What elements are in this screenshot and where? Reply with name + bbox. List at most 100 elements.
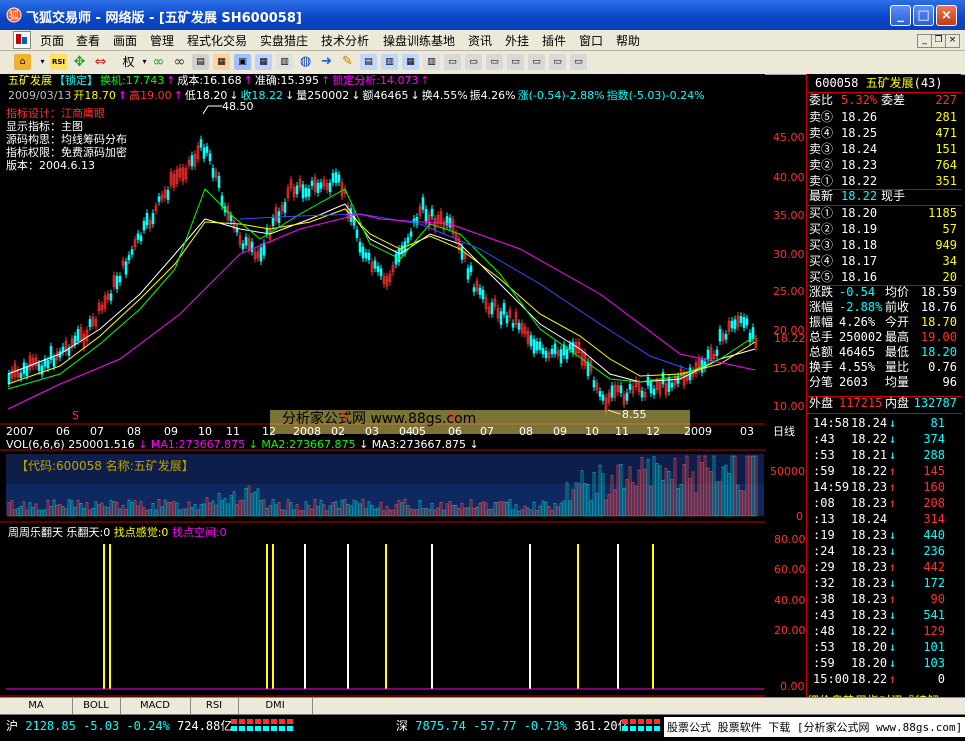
- menu-live-tracking[interactable]: 实盘猎庄: [260, 32, 308, 49]
- signal-s-2: S: [341, 409, 348, 422]
- menu-screen[interactable]: 画面: [113, 32, 137, 49]
- candle: [271, 217, 275, 226]
- menu-page[interactable]: 页面: [40, 32, 64, 49]
- candle: [145, 213, 149, 226]
- candle: [379, 268, 383, 277]
- tab-rsi[interactable]: RSI: [190, 698, 239, 714]
- columns-icon[interactable]: ▥: [423, 54, 440, 70]
- doc6-icon[interactable]: ▭: [549, 54, 566, 70]
- mdi-restore-button[interactable]: ❐: [931, 34, 946, 48]
- candle: [733, 319, 737, 329]
- doc4-icon[interactable]: ▭: [507, 54, 524, 70]
- candle: [304, 188, 308, 198]
- date-tick: 2009: [684, 425, 712, 438]
- rsi-icon[interactable]: RSI: [50, 54, 67, 70]
- candle: [331, 173, 335, 183]
- table-icon[interactable]: ▥: [276, 54, 293, 70]
- note-line-2: 源码构思：均线筹码分布: [6, 133, 127, 146]
- candle: [202, 147, 206, 159]
- document-icon[interactable]: [13, 31, 31, 49]
- candle: [52, 357, 56, 367]
- candle: [136, 233, 140, 240]
- window-icon[interactable]: ▣: [234, 54, 251, 70]
- info2-item-12: ↓: [410, 89, 420, 102]
- home-icon[interactable]: ⌂: [14, 54, 31, 70]
- quote-name: 五矿发展: [865, 76, 914, 90]
- doc3-icon[interactable]: ▭: [486, 54, 503, 70]
- candle: [364, 252, 368, 259]
- sh-index: 2128.85: [25, 719, 76, 733]
- tab-dmi[interactable]: DMI: [238, 698, 313, 714]
- layout-icon[interactable]: ▤: [360, 54, 377, 70]
- date-tick: 12: [646, 425, 660, 438]
- info2-item-4: ↑: [173, 89, 183, 102]
- menu-program-trading[interactable]: 程式化交易: [187, 32, 247, 49]
- arrow-icon[interactable]: ➜: [318, 54, 335, 70]
- tab-ma[interactable]: MA: [0, 698, 73, 714]
- clipboard-icon[interactable]: ▦: [213, 54, 230, 70]
- candle: [142, 221, 146, 231]
- candle: [532, 338, 536, 354]
- layout2-icon[interactable]: ▥: [381, 54, 398, 70]
- candle: [460, 246, 464, 260]
- info2-item-2: ↑: [117, 89, 128, 102]
- candle: [199, 139, 203, 148]
- maximize-button[interactable]: □: [913, 5, 934, 26]
- candle: [124, 261, 128, 275]
- layout3-icon[interactable]: ▦: [402, 54, 419, 70]
- chart-area[interactable]: 五矿发展 【锁定】 换机:17.743 ↑ 成本:16.168 ↑ 准确:15.395 ↑ 锁定…: [0, 74, 812, 698]
- candle: [19, 372, 23, 379]
- candle: [610, 385, 614, 398]
- menu-plugins-ext[interactable]: 外挂: [505, 32, 529, 49]
- ma-line-1: [7, 203, 756, 383]
- candle: [421, 197, 425, 210]
- menu-manage[interactable]: 管理: [150, 32, 174, 49]
- date-tick: 04: [399, 425, 413, 438]
- date-tick: 07: [90, 425, 104, 438]
- doc2-icon[interactable]: ▭: [465, 54, 482, 70]
- date-tick: 08: [127, 425, 141, 438]
- horizontal-arrows-icon[interactable]: ⇔: [92, 54, 109, 70]
- sh-amount: 724.88亿: [177, 719, 233, 733]
- mdi-close-button[interactable]: ×: [945, 34, 960, 48]
- glasses-icon[interactable]: ∞: [150, 54, 167, 70]
- candle: [310, 180, 314, 186]
- menu-news[interactable]: 资讯: [468, 32, 492, 49]
- close-button[interactable]: ×: [936, 5, 957, 26]
- menu-help[interactable]: 帮助: [616, 32, 640, 49]
- menu-training-base[interactable]: 操盘训练基地: [383, 32, 455, 49]
- indicator-header: 周周乐翻天 乐翻天:0 找点感觉:0 找点空间:0: [8, 526, 227, 539]
- tab-macd[interactable]: MACD: [120, 698, 191, 714]
- menu-technical-analysis[interactable]: 技术分析: [321, 32, 369, 49]
- candle: [367, 252, 371, 261]
- price-tick: 15.00: [773, 362, 805, 375]
- candle: [139, 235, 143, 241]
- doc-icon[interactable]: ▭: [444, 54, 461, 70]
- menu-view[interactable]: 查看: [76, 32, 100, 49]
- mdi-minimize-button[interactable]: _: [917, 34, 932, 48]
- doc5-icon[interactable]: ▭: [528, 54, 545, 70]
- date-tick: 08: [519, 425, 533, 438]
- grid-icon[interactable]: ▦: [255, 54, 272, 70]
- minimize-button[interactable]: _: [890, 5, 911, 26]
- candle: [511, 322, 515, 328]
- doc7-icon[interactable]: ▭: [570, 54, 587, 70]
- panel-icon[interactable]: ▤: [192, 54, 209, 70]
- candle: [649, 382, 653, 394]
- note-line-4: 版本：2004.6.13: [6, 159, 95, 172]
- scrolling-ticker[interactable]: 股票公式 股票软件 下载 [分析家公式网 www.88gs.com]: [664, 717, 965, 737]
- binoculars-icon[interactable]: ∞: [171, 54, 188, 70]
- candle: [250, 241, 254, 252]
- move-icon[interactable]: ✥: [71, 54, 88, 70]
- date-tick: 02: [331, 425, 345, 438]
- globe-icon[interactable]: ◍: [297, 54, 314, 70]
- tab-boll[interactable]: BOLL: [72, 698, 121, 714]
- menu-window[interactable]: 窗口: [579, 32, 603, 49]
- dropdown-arrow-icon[interactable]: ▾: [34, 54, 51, 70]
- ticker-text: 股票公式 股票软件 下载 [分析家公式网 www.88gs.com]: [667, 721, 963, 734]
- indicator-s1: 乐翻天:0: [66, 526, 111, 539]
- pencil-icon[interactable]: ✎: [339, 54, 356, 70]
- candle: [40, 365, 44, 375]
- menu-addons[interactable]: 插件: [542, 32, 566, 49]
- period-select[interactable]: 权: [120, 54, 137, 70]
